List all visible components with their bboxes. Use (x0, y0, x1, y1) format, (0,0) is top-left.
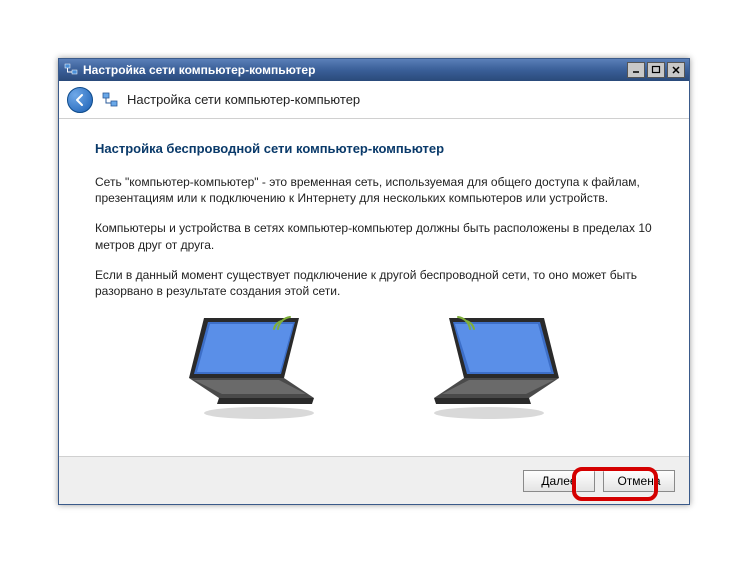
laptop-icon (174, 313, 324, 423)
footer: Далее Отмена (59, 456, 689, 504)
cancel-button[interactable]: Отмена (603, 470, 675, 492)
back-button[interactable] (67, 87, 93, 113)
close-button[interactable] (667, 62, 685, 78)
laptop-right (424, 313, 574, 423)
window-controls (627, 62, 685, 78)
app-icon (63, 62, 79, 78)
titlebar: Настройка сети компьютер-компьютер (59, 59, 689, 81)
paragraph-1: Сеть "компьютер-компьютер" - это временн… (95, 174, 653, 206)
window-title: Настройка сети компьютер-компьютер (83, 63, 627, 77)
minimize-button[interactable] (627, 62, 645, 78)
page-heading: Настройка беспроводной сети компьютер-ко… (95, 141, 653, 156)
illustration (95, 313, 653, 423)
header-band: Настройка сети компьютер-компьютер (59, 81, 689, 119)
network-icon (101, 91, 119, 109)
maximize-button[interactable] (647, 62, 665, 78)
paragraph-3: Если в данный момент существует подключе… (95, 267, 653, 299)
content-area: Настройка беспроводной сети компьютер-ко… (59, 119, 689, 423)
laptop-icon (424, 313, 574, 423)
paragraph-2: Компьютеры и устройства в сетях компьюте… (95, 220, 653, 252)
header-title: Настройка сети компьютер-компьютер (127, 92, 360, 107)
next-button[interactable]: Далее (523, 470, 595, 492)
wifi-icon (452, 311, 480, 336)
wifi-icon (268, 311, 296, 336)
laptop-left (174, 313, 324, 423)
wizard-window: Настройка сети компьютер-компьютер (58, 58, 690, 505)
